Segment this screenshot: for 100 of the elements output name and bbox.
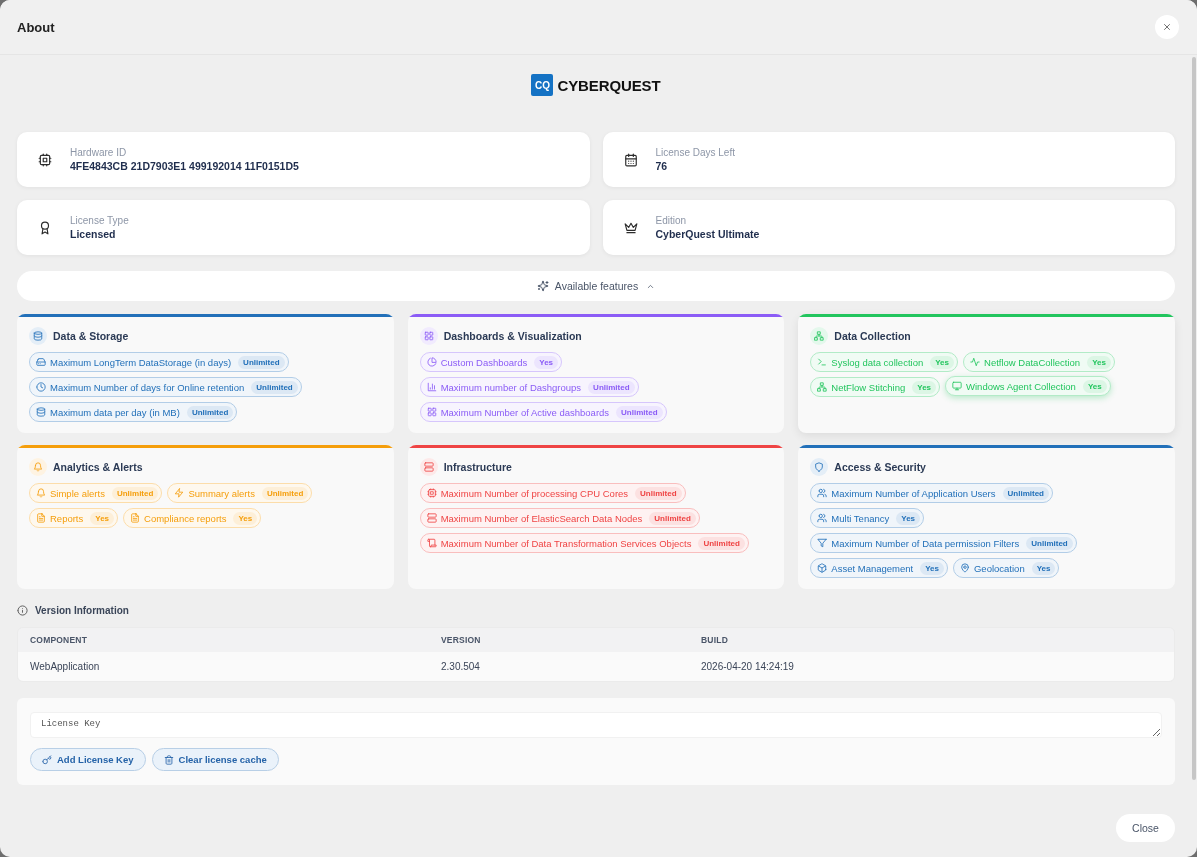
server-icon [419,458,438,476]
feature-name: Multi Tenancy [831,512,890,524]
value-badge: Unlimited [111,486,159,500]
value-badge: Yes [1087,355,1111,369]
info-value: CyberQuest Ultimate [655,227,760,241]
value-badge: Unlimited [649,511,696,525]
feature-name: Maximum number of Dashgroups [440,381,582,393]
feature-name: Maximum LongTerm DataStorage (in days) [50,356,232,368]
monitor-icon [952,381,963,391]
crown-icon [623,220,638,235]
logo-text: CYBERQUEST [557,76,661,94]
lightning-bolt-icon [174,488,185,498]
database-icon [36,407,46,417]
chip-icon [38,152,52,167]
license-action-button[interactable]: Clear license cache [151,748,279,771]
users-icon [817,488,828,498]
dialog-title: About [17,19,55,35]
logo-mark: CQ [531,74,554,96]
feature-name: Reports [50,512,84,524]
value-badge: Unlimited [698,536,745,550]
value-badge: Unlimited [186,405,234,419]
network-icon [817,382,828,392]
key-icon [42,754,52,765]
server-icon [426,513,437,523]
close-button[interactable]: Close [1116,814,1175,842]
table-cell-text: WebApplication [30,661,101,672]
bell-icon [36,488,46,498]
feature-name: Maximum Number of processing CPU Cores [440,487,629,499]
feature-name: Maximum Number of days for Online retention [50,381,245,393]
feature-name: Summary alerts [188,487,255,499]
value-badge: Unlimited [635,486,682,500]
value-badge: Unlimited [616,405,663,419]
pie-chart-icon [426,357,437,367]
close-icon [1162,22,1172,32]
feature-name: Netflow DataCollection [984,356,1081,368]
value-badge: Yes [90,511,115,525]
sparkles-icon [536,280,549,292]
document-icon [36,513,46,523]
section-title: Version Information [35,604,129,616]
column-header: VERSION [441,635,482,645]
trash-icon [163,754,174,765]
table-cell-text: 2026-04-20 14:24:19 [701,661,795,672]
category-title: Infrastructure [443,461,512,473]
value-badge: Yes [896,511,921,525]
feature-name: Compliance reports [144,512,227,524]
cube-icon [817,563,828,573]
scrollbar-thumb[interactable] [1192,57,1196,780]
document-icon [130,513,141,523]
feature-name: Custom Dashboards [440,356,528,368]
category-title: Data & Storage [53,330,129,342]
value-badge: Yes [233,511,258,525]
close-button[interactable] [1155,15,1179,39]
info-value: Licensed [70,227,117,241]
value-badge: Yes [1031,561,1056,575]
features-toggle-button[interactable]: Available features [17,271,1175,301]
column-header: COMPONENT [30,635,89,645]
terminal-icon [817,357,828,367]
info-value: 76 [655,159,669,173]
value-badge: Unlimited [238,355,285,369]
value-badge: Yes [920,561,944,575]
feature-name: Windows Agent Collection [966,380,1076,392]
value-badge: Unlimited [1002,486,1049,500]
value-badge: Unlimited [261,486,309,500]
category-title: Data Collection [834,330,911,342]
feature-name: Geolocation [974,562,1025,574]
hard-drive-icon [36,357,46,367]
column-header: BUILD [701,635,729,645]
bar-chart-icon [426,382,437,392]
network-icon [810,327,829,345]
award-ribbon-icon [38,220,52,235]
value-badge: Unlimited [1026,536,1073,550]
scroll-icon [426,538,437,548]
clock-icon [36,382,46,392]
map-pin-icon [960,563,970,573]
info-label: Hardware ID [70,146,128,159]
feature-name: Maximum data per day (in MB) [50,406,180,418]
bell-icon [29,458,47,476]
license-action-button[interactable]: Add License Key [30,748,146,771]
grid-icon [426,407,437,417]
feature-name: Maximum Number of Data permission Filters [831,537,1020,549]
value-badge: Unlimited [251,380,298,394]
category-title: Dashboards & Visualization [443,330,582,342]
value-badge: Yes [930,355,954,369]
users-icon [817,513,828,523]
info-icon [17,604,28,616]
database-icon [29,327,47,345]
info-value: 4FE4843CB 21D7903E1 499192014 11F0151D5 [70,159,299,173]
feature-name: Maximum Number of ElasticSearch Data Nodes [440,512,643,524]
feature-name: Syslog data collection [831,356,924,368]
feature-name: NetFlow Stitching [831,381,906,393]
category-title: Analytics & Alerts [53,461,143,473]
feature-name: Simple alerts [50,487,105,499]
calendar-icon [623,152,638,167]
info-label: Edition [655,214,688,227]
grid-icon [419,327,438,345]
category-title: Access & Security [834,461,926,473]
license-key-field[interactable]: License Key [30,712,1162,738]
info-label: License Days Left [655,146,735,159]
chip-icon [426,488,437,498]
value-badge: Yes [534,355,559,369]
